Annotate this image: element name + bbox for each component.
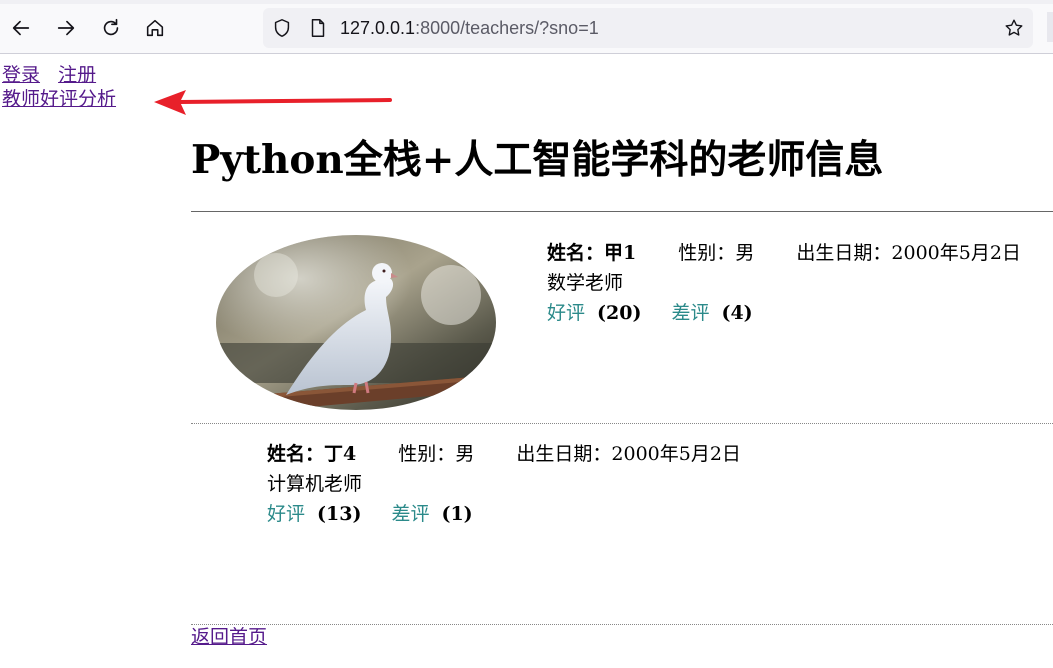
star-icon[interactable] (1003, 17, 1025, 39)
reload-button[interactable] (96, 13, 126, 43)
footer-divider (191, 624, 1053, 625)
teacher-photo (216, 235, 496, 410)
forward-arrow-icon (57, 20, 75, 36)
page-title: Python全栈+人工智能学科的老师信息 (191, 137, 884, 183)
back-home-link[interactable]: 返回首页 (191, 626, 267, 648)
good-count: (13) (317, 503, 362, 525)
vote-row: 好评 (20) 差评 (4) (547, 298, 1021, 328)
url-path: :8000/teachers/?sno=1 (415, 18, 599, 38)
login-link[interactable]: 登录 (2, 64, 40, 86)
back-arrow-icon (12, 20, 30, 36)
name-label: 姓名： (547, 242, 605, 264)
teacher-name: 甲1 (604, 242, 637, 264)
register-link[interactable]: 注册 (58, 64, 96, 86)
birth-label: 出生日期： (516, 443, 612, 465)
name-label: 姓名： (267, 443, 325, 465)
teacher-gender-field: 性别：男 (678, 242, 754, 264)
good-review-link[interactable]: 好评 (547, 302, 585, 324)
reload-icon (103, 18, 119, 36)
teacher-intro: 计算机老师 (267, 473, 363, 495)
teacher-divider (191, 423, 1053, 424)
bad-count: (4) (721, 302, 753, 324)
forward-button[interactable] (51, 13, 81, 43)
auth-links: 登录 注册 (2, 64, 108, 87)
gender-label: 性别： (678, 242, 736, 264)
teacher-intro: 数学老师 (547, 272, 624, 294)
good-review-link[interactable]: 好评 (267, 503, 305, 525)
teacher-name-field: 姓名：丁4 (267, 443, 356, 465)
back-button[interactable] (6, 13, 36, 43)
home-icon (146, 19, 164, 37)
bad-count: (1) (441, 503, 473, 525)
page-icon[interactable] (307, 17, 329, 39)
teacher-birth: 2000年5月2日 (611, 443, 741, 465)
teacher-birth-field: 出生日期：2000年5月2日 (796, 242, 1021, 264)
address-bar[interactable]: 127.0.0.1:8000/teachers/?sno=1 (263, 8, 1033, 48)
teacher-birth-field: 出生日期：2000年5月2日 (516, 443, 741, 465)
good-count: (20) (597, 302, 642, 324)
vote-row: 好评 (13) 差评 (1) (267, 499, 741, 529)
shield-icon[interactable] (271, 17, 293, 39)
teacher-gender: 男 (455, 443, 475, 465)
url-host: 127.0.0.1 (340, 18, 416, 38)
toolbar-overflow-edge (1047, 12, 1053, 42)
title-divider (191, 211, 1053, 212)
teacher-birth: 2000年5月2日 (891, 242, 1021, 264)
teacher-analysis-link[interactable]: 教师好评分析 (2, 88, 116, 110)
analysis-link-wrap: 教师好评分析 (2, 88, 116, 111)
teacher-card-1: 姓名：甲1 性别：男 出生日期：2000年5月2日 数学老师 好评 (20) 差评 (… (547, 238, 1021, 328)
tab-strip-edge (0, 0, 1053, 4)
teacher-meta-row: 姓名：丁4 性别：男 出生日期：2000年5月2日 (267, 439, 741, 469)
teacher-name-field: 姓名：甲1 (547, 242, 636, 264)
annotation-arrow (154, 90, 392, 115)
teacher-card-2: 姓名：丁4 性别：男 出生日期：2000年5月2日 计算机老师 好评 (13) 差评… (267, 439, 741, 529)
teacher-gender-field: 性别：男 (398, 443, 474, 465)
dove-photo-image (216, 235, 496, 410)
url-text[interactable]: 127.0.0.1:8000/teachers/?sno=1 (340, 17, 599, 39)
birth-label: 出生日期： (796, 242, 892, 264)
bad-review-link[interactable]: 差评 (671, 302, 709, 324)
bad-review-link[interactable]: 差评 (391, 503, 429, 525)
home-button[interactable] (140, 13, 170, 43)
teacher-name: 丁4 (324, 443, 357, 465)
teacher-meta-row: 姓名：甲1 性别：男 出生日期：2000年5月2日 (547, 238, 1021, 268)
browser-toolbar: 127.0.0.1:8000/teachers/?sno=1 (0, 0, 1053, 54)
gender-label: 性别： (398, 443, 456, 465)
teacher-gender: 男 (735, 242, 755, 264)
back-link-wrap: 返回首页 (191, 624, 267, 651)
